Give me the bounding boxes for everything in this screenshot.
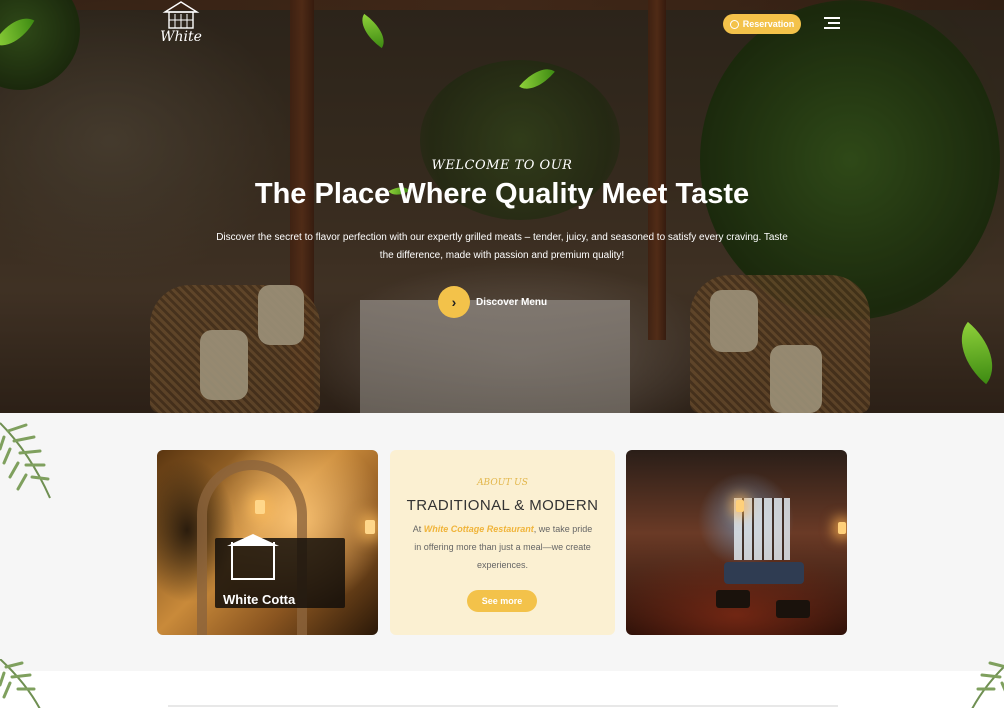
- logo-wordmark: White: [160, 29, 202, 45]
- restaurant-interior-image: [626, 450, 847, 635]
- hero-title: The Place Where Quality Meet Taste: [254, 178, 750, 210]
- about-description: At White Cottage Restaurant, we take pri…: [412, 524, 593, 570]
- fern-decoration-icon: [0, 659, 41, 708]
- about-title: TRADITIONAL & MODERN: [406, 497, 599, 514]
- about-card: ABOUT US TRADITIONAL & MODERN At White C…: [390, 450, 615, 635]
- hamburger-menu-icon[interactable]: [822, 17, 840, 31]
- about-eyebrow: ABOUT US: [477, 478, 528, 488]
- fern-decoration-icon: [0, 422, 51, 499]
- restaurant-entrance-image: White Cotta: [157, 450, 378, 635]
- hero-description: Discover the secret to flavor perfection…: [216, 232, 788, 261]
- see-more-button[interactable]: See more: [467, 590, 537, 612]
- section-divider: [168, 705, 838, 707]
- discover-menu-label: Discover Menu: [476, 296, 548, 308]
- reservation-label: Reservation: [742, 19, 795, 29]
- restaurant-sign-text: White Cotta: [223, 592, 296, 607]
- hero-welcome-text: WELCOME TO OUR: [431, 158, 573, 173]
- chevron-right-icon: ›: [438, 286, 470, 318]
- reservation-button[interactable]: Reservation: [723, 14, 801, 34]
- about-section: White Cotta ABOUT US TRADITIONAL & MODER…: [0, 413, 1004, 671]
- brand-name: White Cottage Restaurant: [423, 524, 534, 534]
- site-logo[interactable]: White: [150, 0, 212, 48]
- cottage-icon: [162, 1, 200, 29]
- hero-section: White Reservation WELCOME TO OUR The Pla…: [0, 0, 1004, 413]
- fern-decoration-icon: [971, 661, 1004, 708]
- reservation-icon: [729, 19, 739, 29]
- next-section: [0, 659, 1004, 708]
- discover-menu-button[interactable]: › Discover Menu: [438, 286, 547, 318]
